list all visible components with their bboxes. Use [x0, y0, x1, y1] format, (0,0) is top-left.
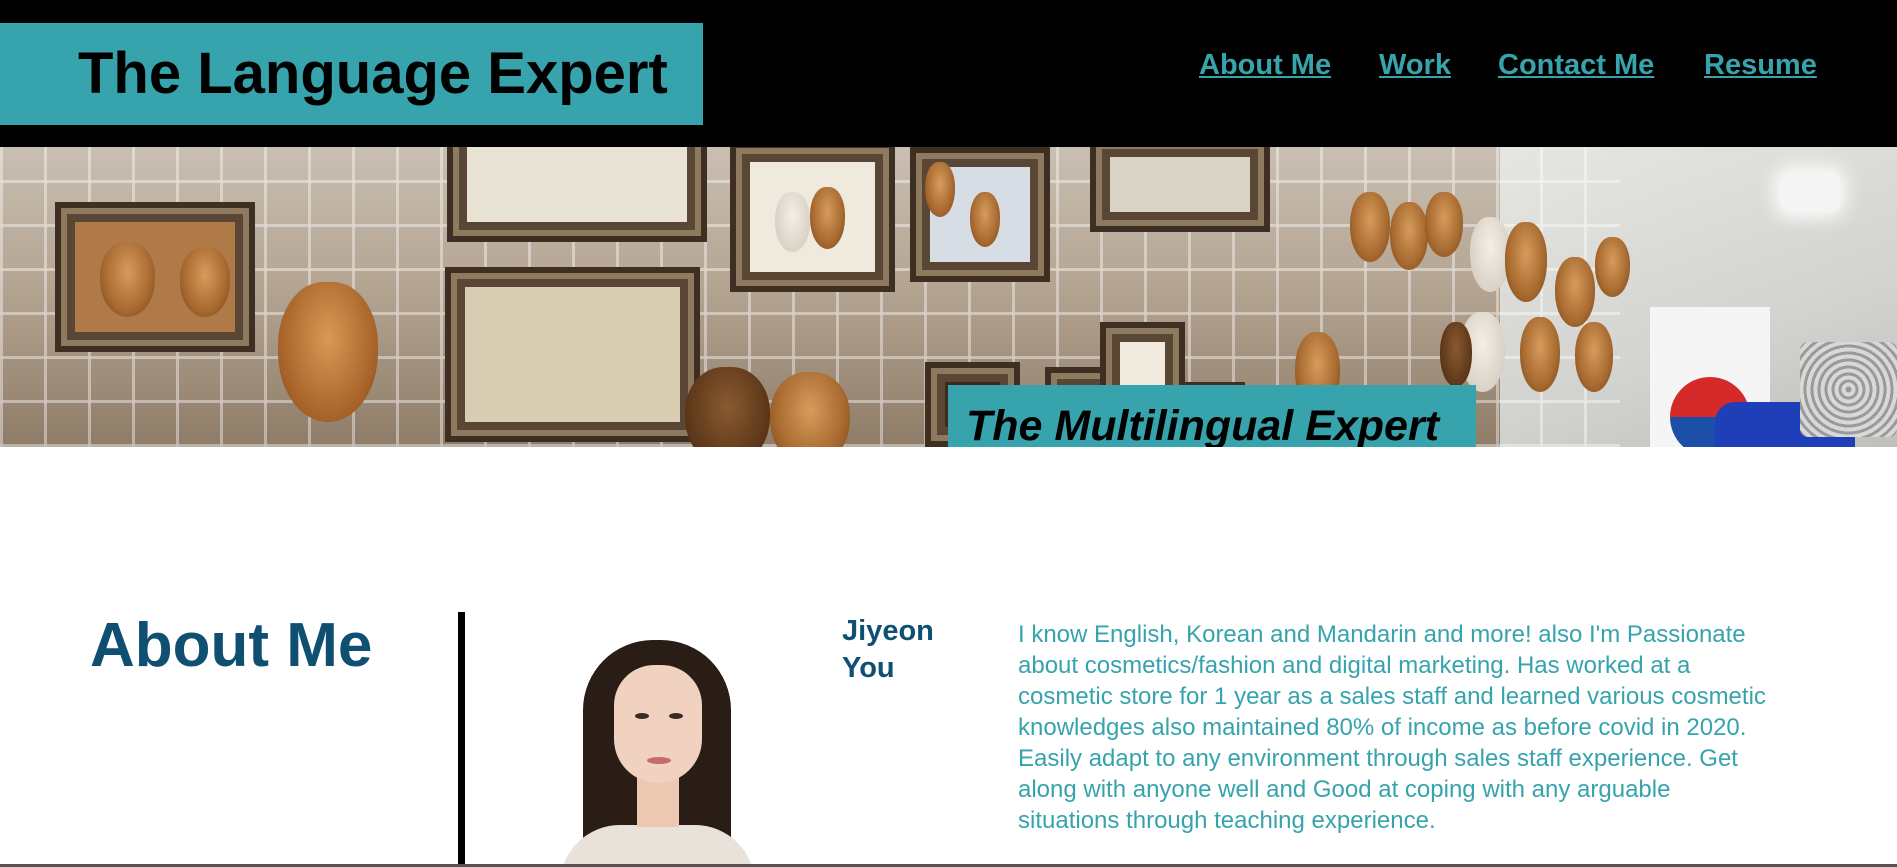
hero-mask — [970, 192, 1000, 247]
hero-picture-frame — [447, 147, 707, 242]
hero-mask — [180, 247, 230, 317]
main-nav: About Me Work Contact Me Resume — [0, 48, 1897, 88]
hero-mask — [925, 162, 955, 217]
nav-link-contact-me[interactable]: Contact Me — [1498, 48, 1654, 82]
hero-mask — [1595, 237, 1630, 297]
hero-mask — [1350, 192, 1390, 262]
hero-mask — [1575, 322, 1613, 392]
hero-mask — [1505, 222, 1547, 302]
hero-mask — [100, 242, 155, 317]
hero-mask — [1555, 257, 1595, 327]
vertical-divider — [458, 612, 465, 867]
nav-link-resume[interactable]: Resume — [1704, 48, 1817, 82]
hero-mask — [278, 282, 378, 422]
page: The Language Expert About Me Work Contac… — [0, 0, 1897, 867]
hero-mask — [1470, 217, 1510, 292]
bio-paragraph: Easily adapt to any environment through … — [1018, 745, 1738, 834]
hero-wall-fan — [1800, 342, 1897, 437]
hero-banner: The Multilingual Expert — [0, 147, 1897, 447]
hero-mask — [1440, 322, 1472, 387]
hero-mask — [1520, 317, 1560, 392]
hero-mask — [810, 187, 845, 249]
hero-mask — [770, 372, 850, 447]
profile-name: Jiyeon You — [842, 615, 934, 684]
hero-tagline-box: The Multilingual Expert — [948, 385, 1476, 447]
nav-link-work[interactable]: Work — [1379, 48, 1451, 82]
bio-text: I know English, Korean and Mandarin and … — [1018, 619, 1778, 836]
site-header: The Language Expert About Me Work Contac… — [0, 0, 1897, 147]
about-heading: About Me — [90, 611, 373, 680]
hero-mask — [685, 367, 770, 447]
hero-mask — [775, 192, 810, 252]
hero-picture-frame — [1090, 147, 1270, 232]
hero-tagline: The Multilingual Expert — [966, 402, 1440, 447]
bio-paragraph: I know English, Korean and Mandarin and … — [1018, 621, 1766, 741]
nav-link-about-me[interactable]: About Me — [1199, 48, 1331, 82]
hero-mask — [1390, 202, 1428, 270]
hero-ceiling-lamp — [1780, 172, 1840, 212]
profile-photo — [525, 625, 785, 867]
hero-picture-frame — [445, 267, 700, 442]
hero-mask — [1425, 192, 1463, 257]
